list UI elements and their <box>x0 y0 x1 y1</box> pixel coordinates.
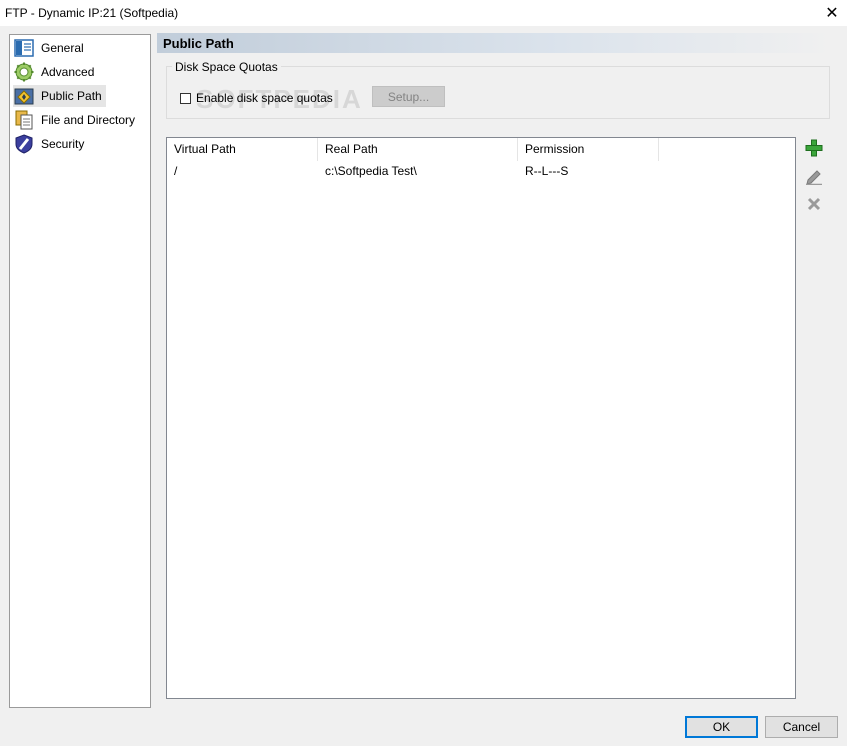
table-header: Virtual Path Real Path Permission <box>167 138 795 161</box>
add-path-button[interactable] <box>803 138 825 160</box>
checkbox-label: Enable disk space quotas <box>196 91 333 105</box>
cell-permission: R--L---S <box>525 164 569 178</box>
table-row[interactable]: / c:\Softpedia Test\ R--L---S <box>167 162 795 180</box>
enable-quotas-checkbox[interactable]: Enable disk space quotas <box>180 91 333 105</box>
category-sidebar: General Advanced Public Path File and Di… <box>9 34 151 708</box>
paths-table[interactable]: Virtual Path Real Path Permission / c:\S… <box>166 137 796 699</box>
sidebar-item-label: Public Path <box>41 89 102 103</box>
setup-button[interactable]: Setup... <box>372 86 445 107</box>
gear-icon <box>13 62 35 82</box>
sidebar-item-label: File and Directory <box>41 113 136 127</box>
sidebar-item-label: Security <box>41 137 85 151</box>
group-legend: Disk Space Quotas <box>172 60 281 74</box>
sidebar-item-public-path[interactable]: Public Path <box>13 85 106 107</box>
page-title: Public Path <box>163 36 234 51</box>
sidebar-item-general[interactable]: General <box>13 37 88 59</box>
column-permission[interactable]: Permission <box>518 138 659 161</box>
folder-path-icon <box>13 86 35 106</box>
general-icon <box>13 38 35 58</box>
cancel-button[interactable]: Cancel <box>765 716 838 738</box>
title-bar: FTP - Dynamic IP:21 (Softpedia) ✕ <box>0 0 847 26</box>
sidebar-item-file-and-directory[interactable]: File and Directory <box>13 109 139 131</box>
cell-virtual-path: / <box>174 164 178 178</box>
column-real-path[interactable]: Real Path <box>318 138 518 161</box>
cell-real-path: c:\Softpedia Test\ <box>325 164 417 178</box>
page-header: Public Path <box>157 33 831 53</box>
window-title: FTP - Dynamic IP:21 (Softpedia) <box>5 6 179 20</box>
sidebar-item-label: Advanced <box>41 65 95 79</box>
sidebar-item-advanced[interactable]: Advanced <box>13 61 98 83</box>
delete-icon <box>807 197 821 214</box>
column-virtual-path[interactable]: Virtual Path <box>167 138 318 161</box>
sidebar-item-label: General <box>41 41 84 55</box>
sidebar-item-security[interactable]: Security <box>13 133 88 155</box>
checkbox-box[interactable] <box>180 92 191 104</box>
add-icon <box>805 139 823 160</box>
close-button[interactable]: ✕ <box>817 0 847 26</box>
edit-path-button[interactable] <box>803 166 825 188</box>
delete-path-button[interactable] <box>803 194 825 216</box>
shield-icon <box>13 134 35 154</box>
files-icon <box>13 110 35 130</box>
pencil-icon <box>805 167 823 188</box>
close-icon: ✕ <box>825 5 839 22</box>
ok-button[interactable]: OK <box>685 716 758 738</box>
